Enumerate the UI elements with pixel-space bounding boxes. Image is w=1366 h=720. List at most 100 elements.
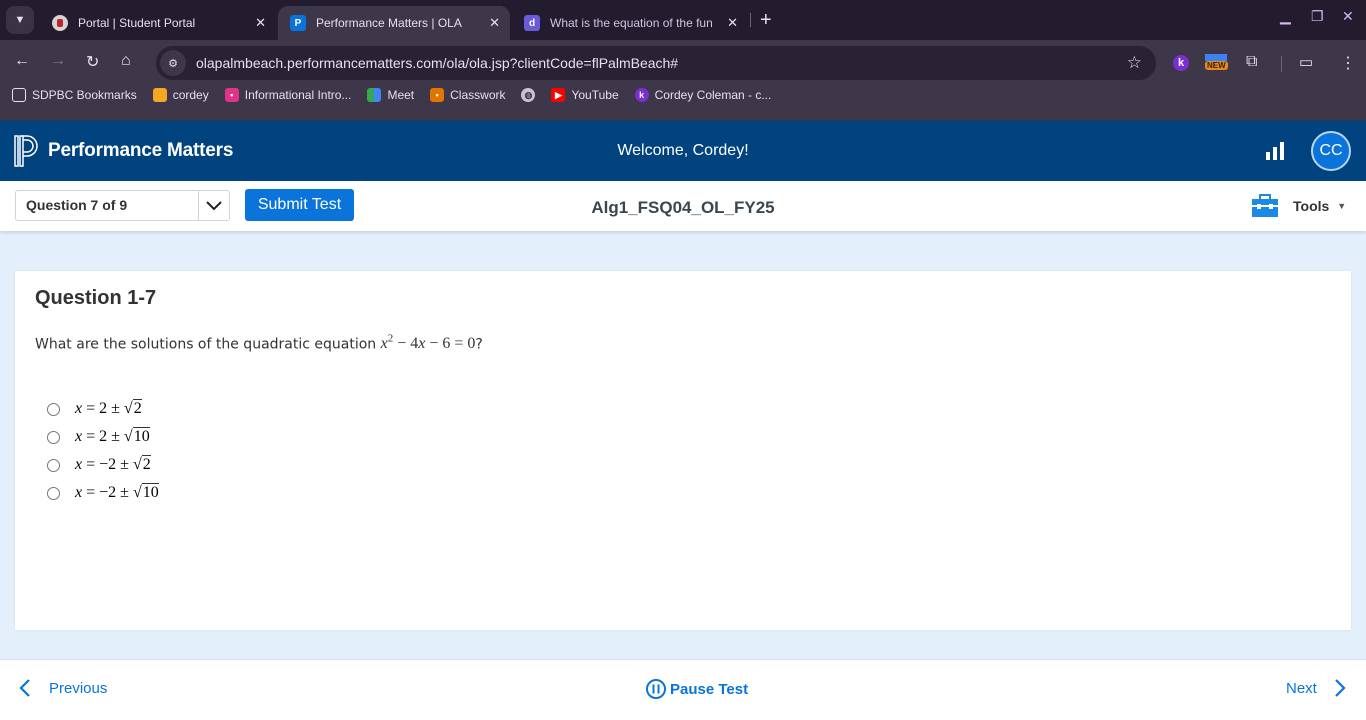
pause-test-button[interactable]: Pause Test [645,678,748,700]
option-label[interactable]: x = −2 ± √2 [75,455,151,474]
close-tab-icon[interactable]: ✕ [727,15,738,31]
cast-icon[interactable]: ▭ [1299,53,1313,71]
bookmark-meet[interactable]: Meet [367,88,414,102]
performance-matters-icon: P [290,15,306,31]
tab-equation-question[interactable]: d What is the equation of the fun ✕ [512,6,748,40]
toolbox-icon [1252,194,1278,217]
submit-test-button[interactable]: Submit Test [245,189,354,221]
bookmark-cordey[interactable]: cordey [152,88,209,102]
forward-button[interactable]: → [50,52,66,70]
answer-options: x = 2 ± √2 x = 2 ± √10 x = −2 ± √2 x = −… [47,395,159,507]
brand-name: Performance Matters [48,140,234,161]
app-header: Performance Matters Welcome, Cordey! CC [0,120,1366,181]
bookmark-youtube[interactable]: ▶ YouTube [551,88,619,102]
tools-label: Tools [1293,198,1330,214]
address-bar[interactable]: ⚙ olapalmbeach.performancematters.com/ol… [156,46,1156,80]
tools-menu[interactable]: Tools ▼ [1251,194,1346,218]
classwork-icon: ▪ [430,88,445,102]
new-tab-button[interactable]: + [760,10,772,30]
chevron-down-icon: ▼ [14,14,26,26]
bookmark-label: Classwork [450,88,506,102]
prompt-equation: x2 − 4x − 6 = 0 [381,333,476,353]
bookmark-star-icon[interactable]: ☆ [1127,53,1142,73]
close-window-button[interactable]: ✕ [1342,8,1354,25]
bookmark-cordey-coleman[interactable]: k Cordey Coleman - c... [634,88,771,102]
bookmark-informational-intro[interactable]: ▪ Informational Intro... [224,88,351,102]
answer-option[interactable]: x = 2 ± √10 [47,423,159,451]
back-button[interactable]: ← [14,52,30,70]
bar-chart-icon[interactable] [1265,141,1285,161]
answer-option[interactable]: x = −2 ± √2 [47,451,159,479]
avatar-initials: CC [1319,142,1343,159]
new-badge: NEW [1205,61,1228,70]
answer-option[interactable]: x = 2 ± √2 [47,395,159,423]
math-term: − 4 [393,335,419,353]
radicand: 10 [141,483,159,501]
radicand: 10 [132,427,150,445]
bookmark-sdpbc[interactable]: SDPBC Bookmarks [12,88,137,102]
meet-icon [367,88,382,102]
extensions-puzzle-icon[interactable]: ⧉ [1246,53,1257,71]
bookmark-globe[interactable]: ◍ [521,88,536,102]
minimize-button[interactable]: ▁ [1280,8,1291,25]
question-title: Question 1-7 [35,287,157,309]
user-avatar[interactable]: CC [1311,131,1351,171]
k-icon: k [634,88,649,102]
next-label: Next [1286,679,1317,697]
folder-icon [12,88,26,102]
test-footer: Previous Pause Test Next [0,659,1366,720]
new-extension-icon[interactable]: NEW [1205,54,1228,70]
url-text[interactable]: olapalmbeach.performancematters.com/ola/… [196,55,678,71]
question-prompt: What are the solutions of the quadratic … [35,333,483,353]
bookmark-label: Meet [387,88,415,102]
math-term: = 2 ± [82,400,124,417]
restore-button[interactable]: ❐ [1311,8,1324,25]
previous-label: Previous [49,679,108,697]
option-label[interactable]: x = 2 ± √2 [75,399,142,418]
classroom-icon: ▪ [224,88,239,102]
tab-title: Portal | Student Portal [78,16,196,30]
tab-title: What is the equation of the fun [550,16,713,30]
radio-button[interactable] [47,430,60,444]
home-button[interactable]: ⌂ [121,52,131,70]
toolbar-divider [1281,56,1282,72]
cube-icon [152,88,167,102]
bookmark-label: cordey [172,88,209,102]
answer-option[interactable]: x = −2 ± √10 [47,479,159,507]
radio-button[interactable] [47,402,60,416]
globe-icon: ◍ [521,88,536,102]
math-term: = −2 ± [82,484,133,501]
math-term: = −2 ± [82,456,133,473]
question-selector[interactable]: Question 7 of 9 [15,190,230,221]
previous-button[interactable]: Previous [18,678,107,698]
next-button[interactable]: Next [1286,678,1347,698]
performance-matters-logo[interactable]: Performance Matters [14,135,233,167]
bookmark-classwork[interactable]: ▪ Classwork [430,88,505,102]
reload-button[interactable]: ↻ [86,52,99,72]
browser-menu-icon[interactable]: ⋮ [1340,53,1356,73]
option-label[interactable]: x = 2 ± √10 [75,427,150,446]
math-term: = 2 ± [82,428,124,445]
pause-icon [646,679,666,699]
site-settings-icon[interactable]: ⚙ [160,50,186,76]
tab-performance-matters[interactable]: P Performance Matters | OLA ✕ [278,6,510,40]
math-term: − 6 = 0 [425,335,476,353]
option-label[interactable]: x = −2 ± √10 [75,483,159,502]
question-card: Question 1-7 What are the solutions of t… [15,271,1351,630]
tab-student-portal[interactable]: Portal | Student Portal ✕ [40,6,276,40]
caret-down-icon: ▼ [1337,201,1347,211]
prompt-end: ? [475,336,483,353]
kami-extension-icon[interactable]: k [1173,53,1189,71]
close-tab-icon[interactable]: ✕ [255,15,266,31]
tab-search-button[interactable]: ▼ [6,6,34,34]
radio-button[interactable] [47,458,60,472]
chevron-left-icon [19,679,30,697]
test-toolbar: Question 7 of 9 Submit Test Alg1_FSQ04_O… [0,181,1366,231]
bookmark-label: SDPBC Bookmarks [32,88,137,102]
close-tab-icon[interactable]: ✕ [489,15,500,31]
school-crest-icon [52,15,68,31]
pause-label: Pause Test [670,680,749,698]
chevron-down-icon[interactable] [199,191,229,220]
radio-button[interactable] [47,486,60,500]
tab-separator [750,13,751,27]
